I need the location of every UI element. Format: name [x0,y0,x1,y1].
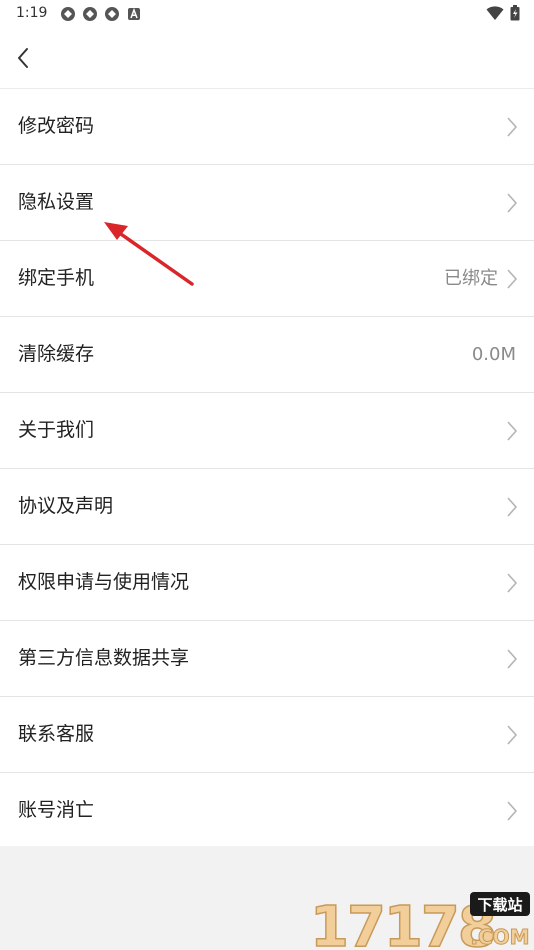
status-time: 1:19 [16,5,48,21]
chevron-right-icon [507,193,518,213]
settings-item-permissions[interactable]: 权限申请与使用情况 [0,545,534,621]
settings-item-label: 隐私设置 [18,191,95,213]
settings-item-label: 关于我们 [18,419,95,441]
header [0,28,534,89]
settings-item-contact-support[interactable]: 联系客服 [0,697,534,773]
settings-item-value: 0.0M [471,344,516,365]
chevron-right-icon [507,117,518,137]
settings-item-label: 第三方信息数据共享 [18,647,190,669]
chevron-left-icon [18,48,28,68]
chevron-right-icon [507,497,518,517]
settings-item-label: 权限申请与使用情况 [18,571,190,593]
settings-item-third-party-sharing[interactable]: 第三方信息数据共享 [0,621,534,697]
watermark-domain: .COM [470,925,529,949]
app-icon [61,7,75,21]
settings-item-change-password[interactable]: 修改密码 [0,89,534,165]
site-watermark: 17178 下载站 .COM [310,892,530,950]
settings-item-label: 绑定手机 [18,267,95,289]
settings-item-delete-account[interactable]: 账号消亡 [0,773,534,849]
chevron-right-icon [507,421,518,441]
settings-item-privacy[interactable]: 隐私设置 [0,165,534,241]
settings-item-label: 联系客服 [18,723,95,745]
back-button[interactable] [10,42,38,74]
notification-icons [60,6,142,22]
settings-item-agreements[interactable]: 协议及声明 [0,469,534,545]
a-icon [128,7,140,20]
settings-item-label: 清除缓存 [18,343,95,365]
settings-item-label: 修改密码 [18,115,95,137]
settings-item-bind-phone[interactable]: 绑定手机 已绑定 [0,241,534,317]
status-bar: 1:19 [0,0,534,28]
chevron-right-icon [507,269,518,289]
settings-item-clear-cache[interactable]: 清除缓存 0.0M [0,317,534,393]
settings-list: 修改密码 隐私设置 绑定手机 已绑定 清除缓存 0.0M 关于我们 协议及声明 … [0,89,534,849]
settings-item-about-us[interactable]: 关于我们 [0,393,534,469]
settings-item-label: 协议及声明 [18,495,114,517]
status-right [486,5,520,21]
watermark-numbers: 17178 [310,895,495,950]
chevron-right-icon [507,649,518,669]
wifi-icon [486,6,504,20]
chevron-right-icon [507,573,518,593]
app-icon [83,7,97,21]
chevron-right-icon [507,801,518,821]
watermark-badge: 下载站 [477,896,522,914]
settings-item-label: 账号消亡 [18,799,95,821]
app-icon [105,7,119,21]
chevron-right-icon [507,725,518,745]
settings-item-value: 已绑定 [444,268,498,289]
battery-icon [510,5,520,21]
